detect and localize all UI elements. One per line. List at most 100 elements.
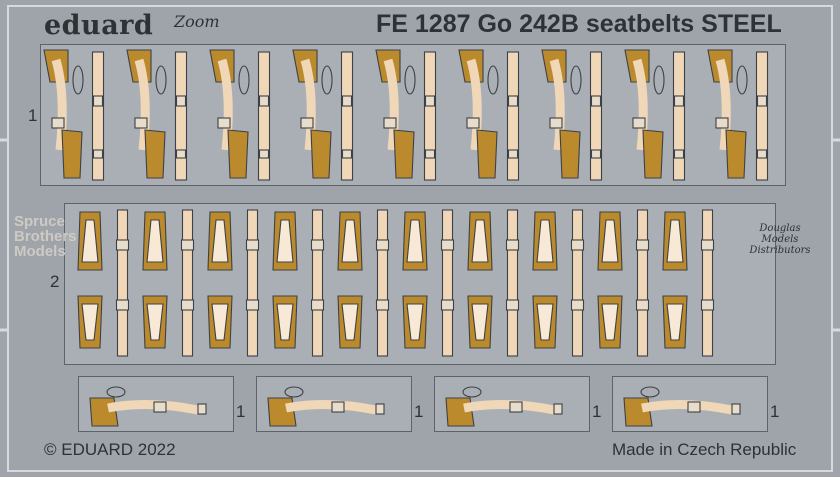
small-pad	[267, 397, 297, 427]
lap-strap	[755, 51, 769, 181]
strap-buckle	[715, 117, 729, 129]
strap-buckle	[632, 117, 646, 129]
strap-buckle	[245, 239, 260, 251]
strap-buckle	[440, 239, 455, 251]
strap-adjuster	[258, 149, 270, 159]
photo-etch-sheet: eduard Zoom FE 1287 Go 242B seatbelts ST…	[0, 0, 840, 477]
lap-pad	[227, 129, 249, 179]
watermark-left: Spruce Brothers Models	[14, 213, 77, 260]
strap-buckle	[134, 117, 148, 129]
small-buckle	[687, 401, 701, 413]
strap-adjuster	[756, 149, 768, 159]
shoulder-strap	[134, 58, 150, 151]
strap-buckle	[590, 95, 602, 107]
strap-adjuster	[424, 149, 436, 159]
strap-buckle	[375, 299, 390, 311]
small-strap	[641, 399, 733, 415]
shoulder-strap	[466, 58, 482, 151]
hook	[570, 65, 582, 95]
lap-pad	[559, 129, 581, 179]
small-pad	[89, 397, 119, 427]
harness-strap	[246, 209, 259, 357]
strap-buckle	[115, 299, 130, 311]
watermark-right: Douglas Models Distributors	[749, 223, 811, 256]
small-pad	[445, 397, 475, 427]
small-strap	[463, 399, 555, 415]
strap-buckle	[673, 95, 685, 107]
strap-adjuster	[341, 149, 353, 159]
harness-strap	[116, 209, 129, 357]
hook	[72, 65, 84, 95]
strap-buckle	[180, 239, 195, 251]
harness-strap	[441, 209, 454, 357]
lap-pad	[310, 129, 332, 179]
harness-strap	[701, 209, 714, 357]
strap-buckle	[570, 239, 585, 251]
lap-strap	[589, 51, 603, 181]
small-strap	[285, 399, 377, 415]
lap-pad	[393, 129, 415, 179]
lap-strap	[672, 51, 686, 181]
small-pad	[623, 397, 653, 427]
shoulder-strap	[383, 58, 399, 151]
strap-buckle	[505, 299, 520, 311]
origin-text: Made in Czech Republic	[612, 440, 797, 459]
small-end	[197, 403, 207, 415]
lap-strap	[174, 51, 188, 181]
hook	[238, 65, 250, 95]
lap-pad	[61, 129, 83, 179]
copyright-text: © EDUARD 2022	[44, 440, 176, 459]
small-hook	[640, 386, 660, 398]
hook	[404, 65, 416, 95]
lap-pad	[144, 129, 166, 179]
strap-buckle	[440, 299, 455, 311]
small-strap	[107, 399, 199, 415]
lap-pad	[642, 129, 664, 179]
hook	[653, 65, 665, 95]
strap-buckle	[175, 95, 187, 107]
part-number-1: 1	[28, 106, 38, 125]
lap-pad	[476, 129, 498, 179]
hook	[321, 65, 333, 95]
part-number-small-3: 1	[592, 402, 602, 421]
strap-buckle	[505, 239, 520, 251]
lap-strap	[340, 51, 354, 181]
harness-strap	[636, 209, 649, 357]
small-end	[375, 403, 385, 415]
strap-buckle	[635, 239, 650, 251]
strap-buckle	[756, 95, 768, 107]
shoulder-strap	[51, 58, 67, 151]
strap-adjuster	[92, 149, 104, 159]
strap-adjuster	[673, 149, 685, 159]
strap-buckle	[258, 95, 270, 107]
strap-buckle	[424, 95, 436, 107]
shoulder-strap	[632, 58, 648, 151]
part-number-small-2: 1	[414, 402, 424, 421]
strap-buckle	[375, 239, 390, 251]
strap-buckle	[180, 299, 195, 311]
shoulder-strap	[300, 58, 316, 151]
small-buckle	[509, 401, 523, 413]
part-number-2: 2	[50, 272, 60, 291]
lap-strap	[257, 51, 271, 181]
small-buckle	[153, 401, 167, 413]
hook	[736, 65, 748, 95]
strap-buckle	[245, 299, 260, 311]
strap-buckle	[310, 299, 325, 311]
small-end	[553, 403, 563, 415]
shoulder-strap	[715, 58, 731, 151]
small-hook	[284, 386, 304, 398]
shoulder-strap	[549, 58, 565, 151]
lap-strap	[423, 51, 437, 181]
strap-buckle	[115, 239, 130, 251]
small-hook	[462, 386, 482, 398]
harness-strap	[571, 209, 584, 357]
strap-buckle	[310, 239, 325, 251]
strap-buckle	[51, 117, 65, 129]
shoulder-strap	[217, 58, 233, 151]
strap-buckle	[700, 299, 715, 311]
strap-buckle	[570, 299, 585, 311]
part-number-small-4: 1	[770, 402, 780, 421]
harness-strap	[311, 209, 324, 357]
strap-buckle	[341, 95, 353, 107]
